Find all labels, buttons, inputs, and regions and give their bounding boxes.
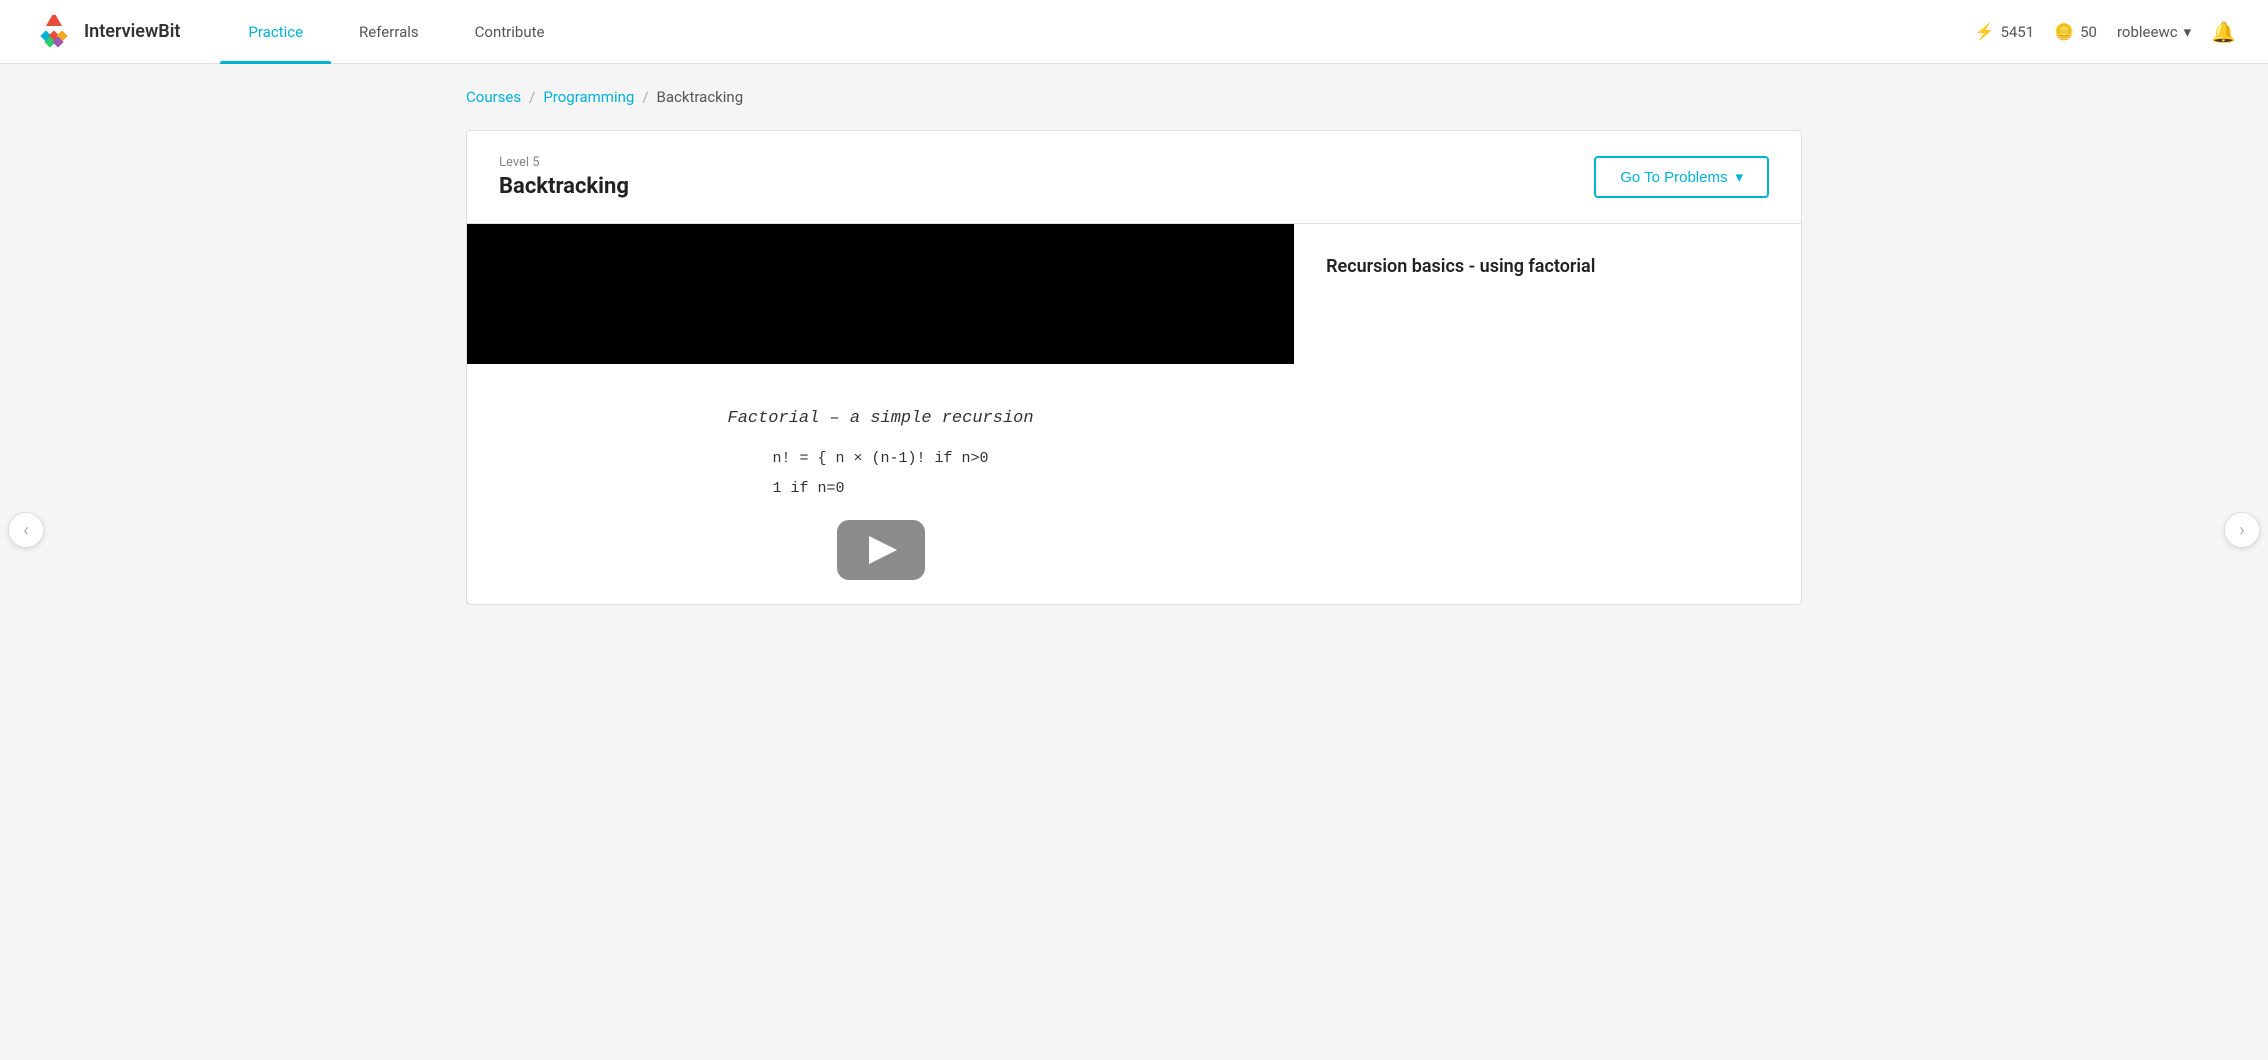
coin-value: 50 <box>2080 23 2097 41</box>
breadcrumb-sep-1: / <box>529 88 535 106</box>
prev-arrow[interactable]: ‹ <box>8 512 44 548</box>
nav-practice[interactable]: Practice <box>220 0 331 64</box>
logo-icon <box>32 10 76 54</box>
nav-referrals[interactable]: Referrals <box>331 0 447 64</box>
video-info-panel: Recursion basics - using factorial <box>1294 224 1801 604</box>
bell-icon[interactable]: 🔔 <box>2211 20 2236 44</box>
video-black-area <box>467 224 1294 364</box>
username: robleewc <box>2117 23 2178 41</box>
topic-title: Backtracking <box>499 174 629 199</box>
whiteboard-formula: n! = { n × (n-1)! if n>0 1 if n=0 <box>773 444 989 504</box>
bolt-stat: ⚡ 5451 <box>1975 22 2035 41</box>
nav-contribute[interactable]: Contribute <box>447 0 573 64</box>
formula-line1: n! = { n × (n-1)! if n>0 <box>773 450 989 467</box>
video-player[interactable]: Factorial – a simple recursion n! = { n … <box>467 224 1294 604</box>
breadcrumb: Courses / Programming / Backtracking <box>466 88 1802 106</box>
video-section: Factorial – a simple recursion n! = { n … <box>467 224 1801 604</box>
user-menu[interactable]: robleewc ▾ <box>2117 23 2191 41</box>
dropdown-arrow-icon: ▾ <box>1735 168 1743 186</box>
main-header: InterviewBit Practice Referrals Contribu… <box>0 0 2268 64</box>
breadcrumb-courses[interactable]: Courses <box>466 88 521 106</box>
header-right: ⚡ 5451 🪙 50 robleewc ▾ 🔔 <box>1975 20 2236 44</box>
coin-stat: 🪙 50 <box>2054 22 2097 41</box>
play-button[interactable] <box>837 520 925 580</box>
go-to-problems-button[interactable]: Go To Problems ▾ <box>1594 156 1769 198</box>
formula-line2: 1 if n=0 <box>773 480 845 497</box>
logo-text: InterviewBit <box>84 21 180 42</box>
level-label: Level 5 <box>499 155 629 170</box>
content-card: Level 5 Backtracking Go To Problems ▾ Fa… <box>466 130 1802 605</box>
bolt-icon: ⚡ <box>1975 22 1995 41</box>
whiteboard-heading: Factorial – a simple recursion <box>728 409 1034 428</box>
play-triangle-icon <box>869 536 897 564</box>
coin-icon: 🪙 <box>2054 22 2074 41</box>
main-content: Courses / Programming / Backtracking Lev… <box>434 64 1834 629</box>
chevron-left-icon: ‹ <box>23 520 28 541</box>
bolt-value: 5451 <box>2000 23 2034 41</box>
card-header: Level 5 Backtracking Go To Problems ▾ <box>467 131 1801 224</box>
video-whiteboard: Factorial – a simple recursion n! = { n … <box>467 364 1294 604</box>
user-dropdown-arrow: ▾ <box>2184 23 2192 41</box>
main-nav: Practice Referrals Contribute <box>220 0 1974 64</box>
topic-info: Level 5 Backtracking <box>499 155 629 199</box>
logo-link[interactable]: InterviewBit <box>32 10 180 54</box>
breadcrumb-sep-2: / <box>642 88 648 106</box>
go-to-problems-label: Go To Problems <box>1620 169 1727 186</box>
video-title: Recursion basics - using factorial <box>1326 256 1769 277</box>
next-arrow[interactable]: › <box>2224 512 2260 548</box>
breadcrumb-current: Backtracking <box>657 88 744 106</box>
chevron-right-icon: › <box>2239 520 2244 541</box>
breadcrumb-programming[interactable]: Programming <box>543 88 634 106</box>
